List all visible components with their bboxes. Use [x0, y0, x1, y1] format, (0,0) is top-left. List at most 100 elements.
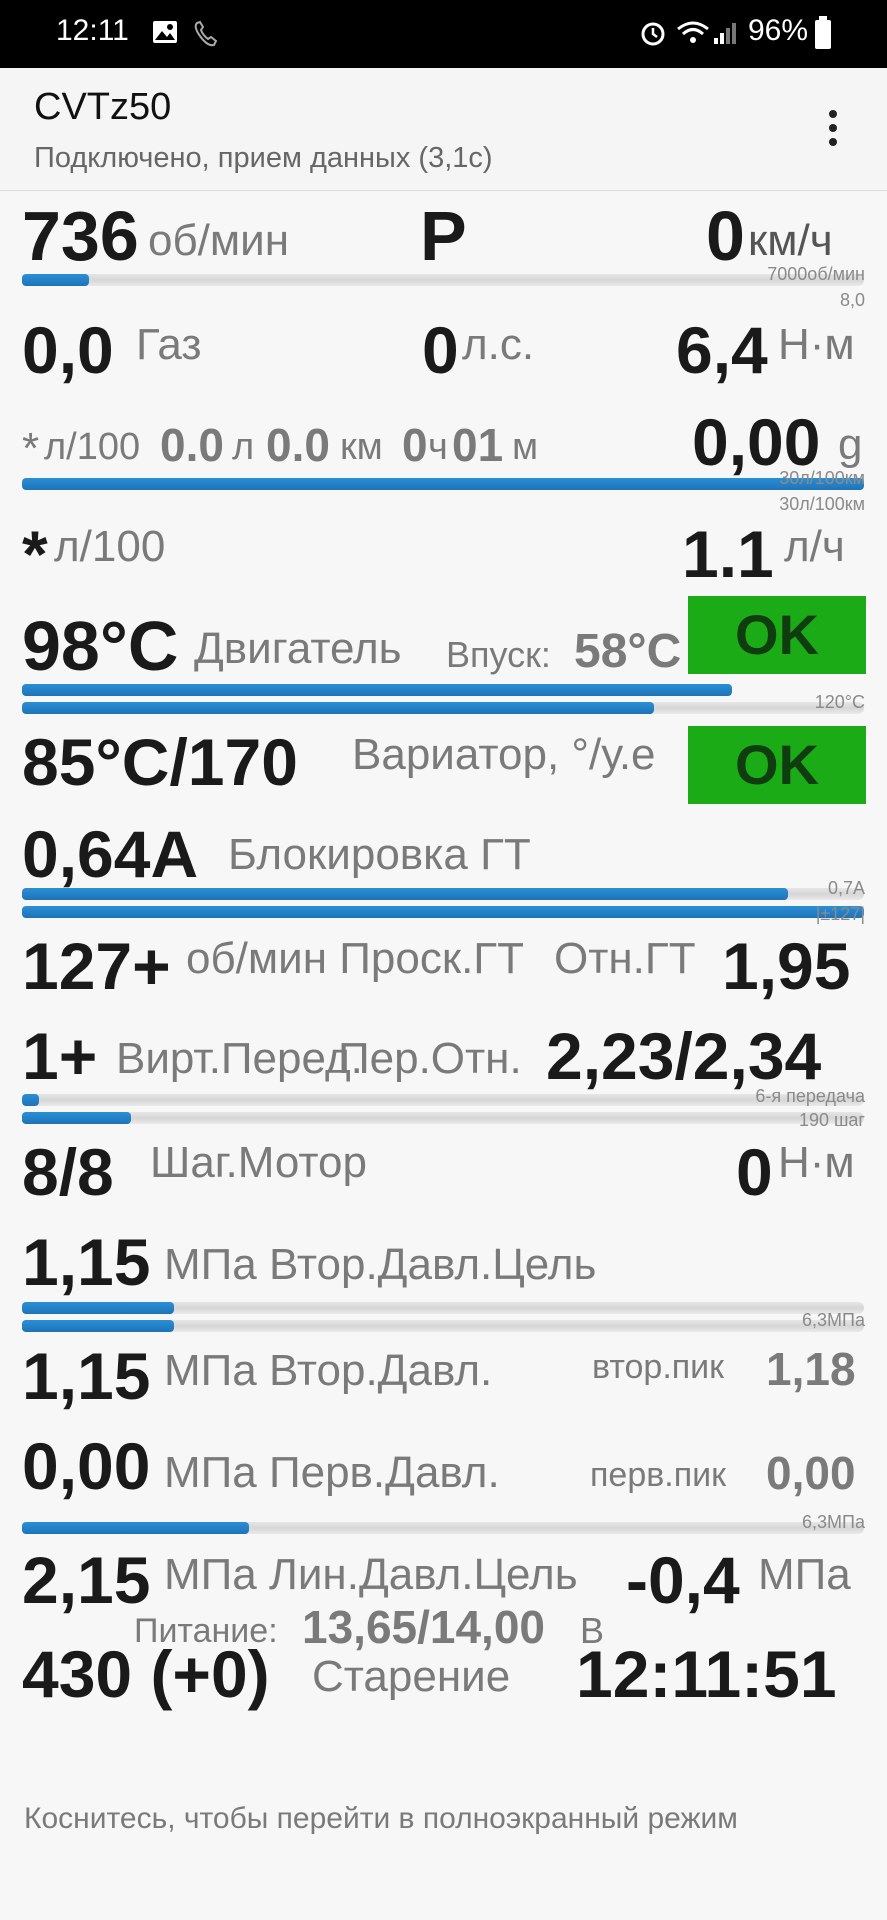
- engine-temp-bar: [22, 684, 732, 696]
- intake-temp-bar-fill: [22, 702, 654, 714]
- gallery-icon: [153, 21, 177, 43]
- primary-pressure-bar: [22, 1522, 864, 1534]
- instant-prefix: *: [22, 517, 48, 591]
- lockup-bar-fill: [22, 888, 789, 900]
- slip-bar: [22, 906, 864, 918]
- lockup-bar: [22, 888, 864, 900]
- line-delta-value: -0,4: [626, 1543, 740, 1617]
- output-torque-unit: Н·м: [778, 1138, 855, 1187]
- slip-value: 127+: [22, 929, 171, 1003]
- aging-label: Старение: [312, 1652, 511, 1701]
- secondary-pressure-scale: 6,3МПа: [802, 1310, 865, 1330]
- secondary-target-bar-fill: [22, 1302, 174, 1314]
- engine-label: Двигатель: [194, 624, 402, 673]
- line-target-label: МПа Лин.Давл.Цель: [164, 1550, 578, 1599]
- rpm-scale-secondary: 8,0: [839, 290, 865, 310]
- line-target-value: 2,15: [22, 1543, 151, 1617]
- engine-temp-bar-fill: [22, 684, 732, 696]
- primary-pressure-bar-fill: [22, 1522, 250, 1534]
- alarm-icon: [641, 22, 665, 46]
- step-motor-value: 8/8: [22, 1135, 114, 1209]
- intake-label: Впуск:: [446, 634, 551, 675]
- rpm-scale: 7000об/мин: [767, 264, 865, 284]
- torque-unit: Н·м: [778, 320, 855, 369]
- gear-scale: 6-я передача: [755, 1086, 865, 1106]
- power-value: 0: [422, 313, 459, 387]
- lockup-value: 0,64A: [22, 817, 199, 891]
- secondary-target-label: МПа Втор.Давл.Цель: [164, 1240, 597, 1289]
- rpm-unit: об/мин: [148, 216, 290, 265]
- line-delta-unit: МПа: [758, 1550, 851, 1599]
- fuel-used-value: 0.0: [160, 419, 224, 471]
- aging-value: 430 (+0): [22, 1637, 270, 1711]
- consumption-scale-a: 30л/100км: [779, 468, 865, 488]
- rpm-bar-fill: [22, 274, 90, 286]
- gear-indicator: P: [420, 197, 467, 275]
- virtual-gear-label: Вирт.Перед.: [116, 1034, 363, 1083]
- rpm-bar: [22, 274, 864, 286]
- minutes-unit: м: [512, 426, 539, 468]
- distance-unit: км: [340, 426, 383, 468]
- slip-bar-fill: [22, 906, 864, 918]
- overflow-menu-icon[interactable]: [826, 108, 840, 148]
- virtual-gear-bar-fill: [22, 1094, 39, 1106]
- cvt-label: Вариатор, °/у.е: [352, 730, 656, 779]
- secondary-target-bar: [22, 1302, 864, 1314]
- secondary-pressure-bar-fill: [22, 1320, 174, 1332]
- tc-ratio-label: Отн.ГТ: [554, 934, 696, 983]
- fullscreen-hint[interactable]: Коснитесь, чтобы перейти в полноэкранный…: [24, 1802, 738, 1836]
- throttle-value: 0,0: [22, 313, 114, 387]
- hours-value: 0: [402, 419, 428, 471]
- primary-peak-label: перв.пик: [590, 1456, 727, 1494]
- consumption-unit: л/100: [44, 426, 141, 468]
- app-bar: CVTz50 Подключено, прием данных (3,1с): [0, 68, 887, 191]
- lockup-scale-b: |±127|: [815, 904, 865, 924]
- consumption-bar: [22, 478, 864, 490]
- battery-percent: 96%: [748, 14, 809, 47]
- clock-value: 12:11:51: [576, 1637, 837, 1711]
- minutes-value: 01: [452, 419, 504, 471]
- step-bar: [22, 1112, 864, 1124]
- gear-ratio-value: 2,23/2,34: [546, 1019, 822, 1093]
- output-torque-value: 0: [736, 1135, 773, 1209]
- secondary-pressure-label: МПа Втор.Давл.: [164, 1346, 493, 1395]
- speed-unit: км/ч: [748, 216, 833, 265]
- power-unit: л.с.: [462, 320, 535, 369]
- battery-icon: [815, 16, 831, 49]
- supply-voltage-value: 13,65/14,00: [302, 1601, 546, 1653]
- step-bar-fill: [22, 1112, 132, 1124]
- consumption-bar-fill: [22, 478, 864, 490]
- engine-temp-scale: 120°C: [814, 692, 865, 712]
- consumption-scale-b: 30л/100км: [779, 494, 865, 514]
- step-scale: 190 шаг: [798, 1110, 865, 1130]
- throttle-label: Газ: [136, 320, 202, 369]
- primary-pressure-scale: 6,3МПа: [802, 1512, 865, 1532]
- secondary-peak-label: втор.пик: [592, 1348, 725, 1386]
- call-icon: [194, 20, 218, 47]
- status-time: 12:11: [56, 14, 129, 47]
- engine-temp-value: 98°C: [22, 607, 179, 685]
- step-motor-label: Шаг.Мотор: [150, 1138, 367, 1187]
- primary-peak-value: 0,00: [766, 1447, 856, 1499]
- hours-unit: ч: [428, 426, 448, 468]
- app-title: CVTz50: [34, 86, 172, 128]
- gear-ratio-label: Пер.Отн.: [338, 1034, 522, 1083]
- virtual-gear-value: 1+: [22, 1019, 98, 1093]
- engine-status-badge: OK: [688, 596, 866, 674]
- secondary-pressure-bar: [22, 1320, 864, 1332]
- fuel-rate-unit: л/ч: [784, 522, 845, 571]
- primary-pressure-value: 0,00: [22, 1429, 151, 1503]
- lockup-label: Блокировка ГТ: [228, 830, 531, 879]
- rpm-value: 736: [22, 197, 139, 275]
- fuel-rate-value: 1.1: [682, 517, 774, 591]
- primary-pressure-label: МПа Перв.Давл.: [164, 1448, 500, 1497]
- fuel-used-unit: л: [232, 426, 255, 468]
- cvt-status-badge: OK: [688, 726, 866, 804]
- instant-unit: л/100: [54, 522, 166, 571]
- cvt-temp-value: 85°C/170: [22, 725, 298, 799]
- lockup-scale-a: 0,7A: [827, 878, 865, 898]
- intake-value: 58°C: [574, 625, 682, 678]
- consumption-prefix: *: [22, 424, 40, 473]
- g-unit: g: [838, 420, 863, 469]
- secondary-peak-value: 1,18: [766, 1343, 856, 1395]
